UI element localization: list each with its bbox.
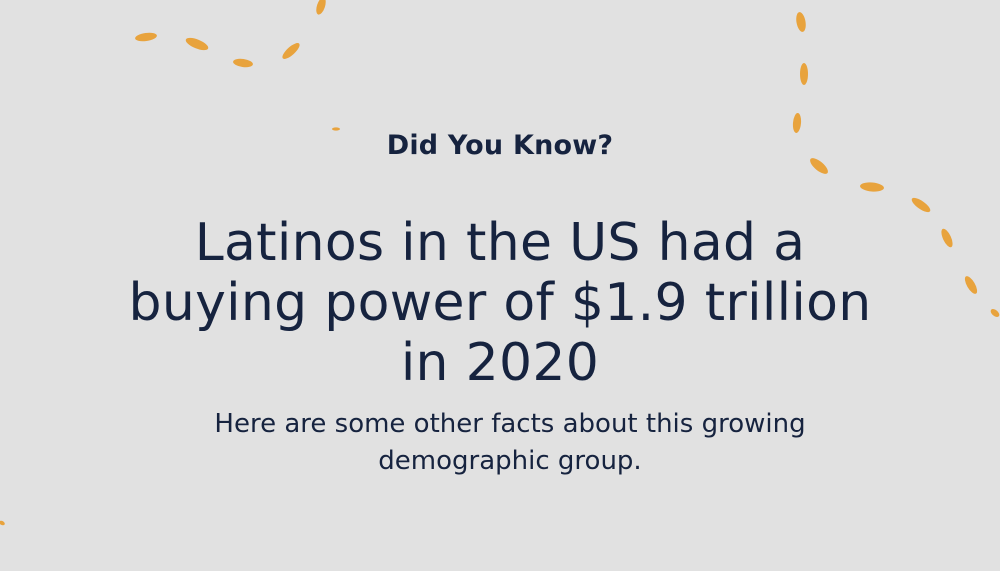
subtext: Here are some other facts about this gro… <box>214 409 806 476</box>
kicker-heading: Did You Know? <box>386 130 614 161</box>
slide: Did You Know? Latinos in the US had a bu… <box>0 0 1000 571</box>
headline: Latinos in the US had a buying power of … <box>128 213 872 393</box>
